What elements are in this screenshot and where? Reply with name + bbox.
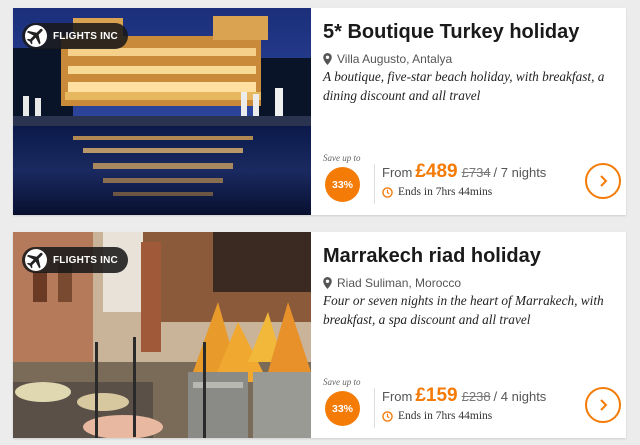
clock-icon (382, 186, 393, 198)
hotel-photo[interactable]: FLIGHTS INC (13, 8, 311, 215)
map-pin-icon (323, 53, 332, 65)
duration: / 4 nights (493, 389, 547, 404)
deal-title[interactable]: 5* Boutique Turkey holiday (323, 21, 579, 44)
countdown-text: Ends in 7hrs 44mins (398, 410, 493, 422)
deal-card-marrakech[interactable]: FLIGHTS INC Marrakech riad holiday Riad … (13, 232, 626, 438)
clock-icon (382, 410, 393, 422)
location-text: Villa Augusto, Antalya (337, 52, 453, 66)
duration: / 7 nights (493, 165, 547, 180)
deal-location: Villa Augusto, Antalya (323, 52, 452, 66)
countdown: Ends in 7hrs 44mins (382, 410, 492, 422)
current-price: £159 (415, 385, 458, 406)
save-up-to-label: Save up to (323, 153, 361, 163)
save-up-to-label: Save up to (323, 377, 361, 387)
price-row: From £159 £238 / 4 nights (382, 385, 546, 407)
location-text: Riad Suliman, Morocco (337, 276, 462, 290)
view-deal-button[interactable] (585, 163, 621, 199)
discount-badge: 33% (325, 167, 360, 202)
view-deal-button[interactable] (585, 387, 621, 423)
flights-badge: FLIGHTS INC (22, 23, 128, 49)
divider (374, 388, 375, 428)
price-row: From £489 £734 / 7 nights (382, 161, 546, 183)
badge-label: FLIGHTS INC (53, 30, 118, 42)
deal-info: Marrakech riad holiday Riad Suliman, Mor… (323, 232, 626, 438)
deal-card-turkey[interactable]: FLIGHTS INC 5* Boutique Turkey holiday V… (13, 8, 626, 215)
from-label: From (382, 165, 413, 180)
countdown: Ends in 7hrs 44mins (382, 186, 492, 198)
deal-title[interactable]: Marrakech riad holiday (323, 245, 541, 268)
chevron-right-icon (600, 175, 608, 187)
original-price: £734 (461, 165, 491, 180)
flights-badge: FLIGHTS INC (22, 247, 128, 273)
market-photo[interactable]: FLIGHTS INC (13, 232, 311, 438)
deal-description: A boutique, five-star beach holiday, wit… (323, 69, 605, 103)
airplane-icon (25, 25, 47, 47)
deal-info: 5* Boutique Turkey holiday Villa Augusto… (323, 8, 626, 215)
deal-location: Riad Suliman, Morocco (323, 276, 461, 290)
divider (374, 164, 375, 204)
map-pin-icon (323, 277, 332, 289)
original-price: £238 (461, 389, 491, 404)
chevron-right-icon (600, 399, 608, 411)
current-price: £489 (415, 161, 458, 182)
countdown-text: Ends in 7hrs 44mins (398, 186, 493, 198)
badge-label: FLIGHTS INC (53, 254, 118, 266)
airplane-icon (25, 249, 47, 271)
from-label: From (382, 389, 413, 404)
discount-badge: 33% (325, 391, 360, 426)
deal-description: Four or seven nights in the heart of Mar… (323, 293, 604, 327)
